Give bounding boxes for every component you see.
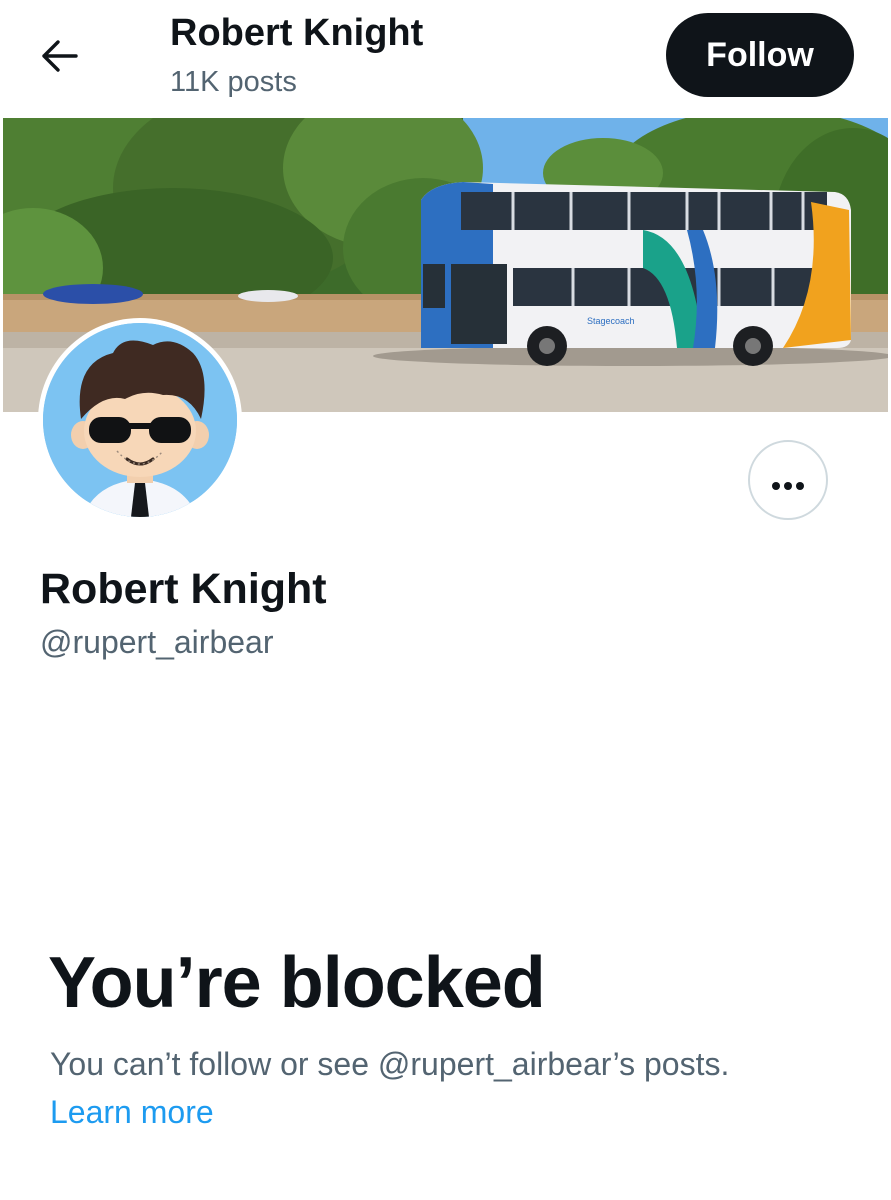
back-button[interactable] bbox=[32, 30, 88, 86]
more-options-button[interactable] bbox=[748, 440, 828, 520]
blocked-description: You can’t follow or see @rupert_airbear’… bbox=[50, 1046, 730, 1082]
learn-more-link[interactable]: Learn more bbox=[50, 1094, 214, 1131]
top-bar: Robert Knight 11K posts Follow bbox=[0, 0, 891, 118]
avatar[interactable] bbox=[38, 318, 242, 522]
bus-brand-text: Stagecoach bbox=[587, 316, 635, 326]
blocked-title: You’re blocked bbox=[48, 943, 546, 1023]
profile-handle: @rupert_airbear bbox=[40, 624, 274, 660]
avatar-image bbox=[43, 323, 237, 517]
posts-count: 11K posts bbox=[170, 66, 297, 98]
profile-name: Robert Knight bbox=[40, 565, 327, 613]
more-horizontal-icon bbox=[771, 461, 805, 500]
arrow-left-icon bbox=[40, 38, 80, 79]
header-title: Robert Knight bbox=[170, 12, 424, 54]
follow-button[interactable]: Follow bbox=[666, 13, 854, 97]
